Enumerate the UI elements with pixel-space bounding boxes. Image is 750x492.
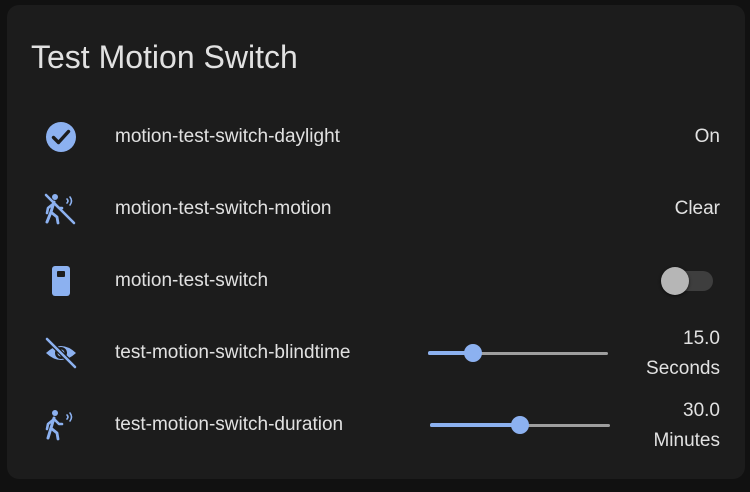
entities-card: Test Motion Switch motion-test-switch-da…: [7, 5, 745, 479]
state-value: 15.0: [683, 328, 720, 349]
motion-sensor-off-icon[interactable]: [43, 191, 79, 227]
slider-knob[interactable]: [464, 344, 482, 362]
slider-fill: [430, 423, 520, 427]
entity-row-motion[interactable]: motion-test-switch-motion Clear: [7, 179, 745, 239]
entity-name[interactable]: test-motion-switch-blindtime: [115, 342, 350, 364]
blindtime-slider[interactable]: [428, 343, 608, 363]
entity-row-blindtime[interactable]: test-motion-switch-blindtime 15.0 Second…: [7, 323, 745, 383]
state-value: 30.0: [683, 400, 720, 421]
slider-knob[interactable]: [511, 416, 529, 434]
entity-state[interactable]: 30.0 Minutes: [653, 396, 720, 456]
entity-row-switch[interactable]: motion-test-switch: [7, 251, 745, 311]
entity-row-duration[interactable]: test-motion-switch-duration 30.0 Minutes: [7, 395, 745, 455]
toggle-thumb: [661, 267, 689, 295]
entity-name[interactable]: test-motion-switch-duration: [115, 414, 343, 436]
entity-state[interactable]: 15.0 Seconds: [646, 324, 720, 384]
entity-name[interactable]: motion-test-switch: [115, 270, 268, 292]
checkbox-marked-circle-icon[interactable]: [43, 119, 79, 155]
card-title: Test Motion Switch: [31, 39, 298, 75]
entity-name[interactable]: motion-test-switch-daylight: [115, 126, 340, 148]
switch-icon[interactable]: [43, 263, 79, 299]
switch-toggle[interactable]: [661, 267, 713, 295]
state-unit: Seconds: [646, 358, 720, 379]
entity-row-daylight[interactable]: motion-test-switch-daylight On: [7, 107, 745, 167]
motion-sensor-icon[interactable]: [43, 407, 79, 443]
entity-state[interactable]: Clear: [675, 198, 720, 220]
state-unit: Minutes: [653, 430, 720, 451]
eye-off-icon[interactable]: [43, 335, 79, 371]
entity-name[interactable]: motion-test-switch-motion: [115, 198, 331, 220]
duration-slider[interactable]: [430, 415, 610, 435]
entity-state[interactable]: On: [695, 126, 720, 148]
